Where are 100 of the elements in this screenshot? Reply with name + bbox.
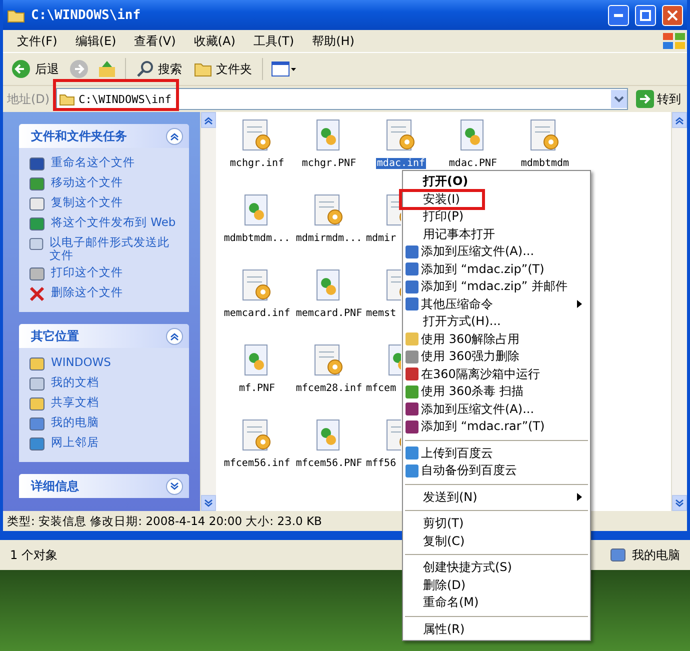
scroll-up-button[interactable] bbox=[672, 112, 687, 128]
menu-item[interactable]: 复制(C) bbox=[403, 532, 590, 550]
menu-item[interactable]: 创建快捷方式(S) bbox=[403, 559, 590, 576]
menu-item[interactable]: 打印(P) bbox=[403, 208, 590, 226]
menu-item[interactable]: 帮助(H) bbox=[304, 32, 362, 50]
task-link[interactable]: 共享文档 bbox=[51, 396, 99, 409]
menu-item[interactable]: 剪切(T) bbox=[403, 515, 590, 532]
go-button[interactable]: 转到 bbox=[634, 90, 683, 108]
location-label: 我的电脑 bbox=[632, 546, 680, 564]
menu-item[interactable]: 文件(F) bbox=[9, 32, 66, 50]
back-button[interactable]: 后退 bbox=[9, 57, 61, 81]
menu-item[interactable]: 删除(D) bbox=[403, 576, 590, 594]
expand-chevron-icon bbox=[170, 482, 179, 490]
flag-logo-icon bbox=[661, 31, 687, 51]
scrollbar[interactable] bbox=[671, 112, 687, 511]
view-menu-icon[interactable] bbox=[271, 60, 297, 78]
panel-title: 文件和文件夹任务 bbox=[31, 128, 127, 144]
file-name[interactable]: mdac.inf bbox=[376, 158, 426, 169]
menu-item[interactable]: 工具(T) bbox=[245, 32, 302, 50]
close-button[interactable] bbox=[662, 4, 683, 26]
menu-item[interactable]: 添加到 “mdac.zip” 并邮件 bbox=[403, 278, 590, 296]
collapse-button[interactable] bbox=[166, 328, 183, 344]
submenu-arrow-icon bbox=[577, 300, 582, 308]
file-name[interactable]: mdmbtmdm... bbox=[222, 233, 292, 244]
maximize-icon bbox=[640, 10, 651, 20]
down-chevron-icon bbox=[204, 498, 213, 508]
collapse-button[interactable] bbox=[166, 128, 183, 144]
scrollbar[interactable] bbox=[200, 112, 216, 511]
submenu-arrow-icon bbox=[577, 493, 582, 502]
file-name[interactable]: mfcem56.PNF bbox=[294, 458, 364, 469]
menu-item[interactable]: 使用 360杀毒 扫描 bbox=[403, 383, 590, 400]
window-title: C:\WINDOWS\inf bbox=[31, 8, 141, 22]
minimize-icon bbox=[614, 14, 623, 16]
menu-item[interactable]: 使用 360解除占用 bbox=[403, 330, 590, 348]
folders-button[interactable]: 文件夹 bbox=[192, 58, 254, 80]
scroll-down-button[interactable] bbox=[672, 495, 687, 511]
minimize-button[interactable] bbox=[608, 4, 629, 26]
file-name[interactable]: mdmirmdm... bbox=[294, 233, 364, 244]
task-link[interactable]: 打印这个文件 bbox=[51, 266, 123, 279]
task-link[interactable]: 复制这个文件 bbox=[51, 196, 123, 209]
task-link[interactable]: WINDOWS bbox=[51, 356, 111, 369]
file-name[interactable]: memcard.inf bbox=[222, 308, 292, 319]
file-name[interactable]: mf.PNF bbox=[238, 383, 276, 394]
object-count: 1 个对象 bbox=[10, 546, 58, 564]
address-field[interactable]: C:\WINDOWS\inf bbox=[56, 88, 628, 110]
scroll-down-button[interactable] bbox=[201, 495, 216, 511]
menu-item[interactable]: 添加到压缩文件(A)... bbox=[403, 243, 590, 260]
delete-icon bbox=[29, 286, 45, 302]
task-link[interactable]: 重命名这个文件 bbox=[51, 156, 135, 169]
task-link[interactable]: 我的文档 bbox=[51, 376, 99, 389]
menu-item[interactable]: 上传到百度云 bbox=[403, 444, 590, 462]
up-chevron-icon bbox=[675, 116, 684, 124]
collapse-button[interactable] bbox=[166, 478, 183, 494]
menu-item[interactable]: 打开(O) bbox=[403, 173, 590, 190]
menu-item[interactable]: 使用 360强力删除 bbox=[403, 348, 590, 366]
menu-item[interactable]: 发送到(N) bbox=[403, 488, 590, 506]
menu-item[interactable]: 打开方式(H)... bbox=[403, 313, 590, 330]
menu-item[interactable]: 安装(I) bbox=[403, 190, 590, 208]
task-link[interactable]: 删除这个文件 bbox=[51, 286, 123, 299]
menu-item[interactable]: 添加到 “mdac.zip”(T) bbox=[403, 260, 590, 278]
menu-item[interactable]: 其他压缩命令 bbox=[403, 296, 590, 313]
menu-item[interactable]: 收藏(A) bbox=[186, 32, 244, 50]
search-icon bbox=[136, 60, 154, 78]
up-folder-icon[interactable] bbox=[97, 59, 117, 79]
file-name[interactable]: mdmir bbox=[365, 233, 398, 244]
menu-item[interactable]: 编辑(E) bbox=[67, 32, 124, 50]
collapse-chevron-icon bbox=[170, 132, 179, 140]
menu-item[interactable]: 用记事本打开 bbox=[403, 226, 590, 243]
maximize-button[interactable] bbox=[635, 4, 656, 26]
file-name[interactable]: mfcem28.inf bbox=[294, 383, 364, 394]
task-link[interactable]: 移动这个文件 bbox=[51, 176, 123, 189]
close-icon bbox=[667, 10, 678, 20]
task-link[interactable]: 我的电脑 bbox=[51, 416, 99, 429]
dropdown-icon[interactable] bbox=[611, 90, 627, 108]
file-name[interactable]: mchgr.inf bbox=[228, 158, 286, 169]
scroll-up-button[interactable] bbox=[201, 112, 216, 128]
file-name[interactable]: memcard.PNF bbox=[294, 308, 364, 319]
menu-item[interactable]: 重命名(M) bbox=[403, 594, 590, 612]
menu-item[interactable]: 查看(V) bbox=[126, 32, 184, 50]
search-button[interactable]: 搜索 bbox=[134, 58, 184, 80]
down-chevron-icon bbox=[675, 498, 684, 508]
task-link[interactable]: 网上邻居 bbox=[51, 436, 99, 449]
file-name[interactable]: mfcem56.inf bbox=[222, 458, 292, 469]
menu-item[interactable]: 自动备份到百度云 bbox=[403, 462, 590, 480]
menu-item[interactable]: 属性(R) bbox=[403, 620, 590, 638]
panel-title: 详细信息 bbox=[31, 478, 79, 494]
file-name[interactable]: memst bbox=[365, 308, 398, 319]
panel-title: 其它位置 bbox=[31, 328, 79, 344]
menu-item[interactable]: 添加到压缩文件(A)... bbox=[403, 400, 590, 418]
file-name[interactable]: mdac.PNF bbox=[448, 158, 498, 169]
menu-item[interactable]: 添加到 “mdac.rar”(T) bbox=[403, 418, 590, 436]
task-link[interactable]: 以电子邮件形式发送此文件 bbox=[50, 236, 181, 262]
file-name[interactable]: mchgr.PNF bbox=[300, 158, 358, 169]
address-label: 地址(D) bbox=[7, 90, 50, 108]
task-link[interactable]: 将这个文件发布到 Web bbox=[51, 216, 176, 229]
collapse-chevron-icon bbox=[170, 332, 179, 340]
file-name[interactable]: mff56 bbox=[365, 458, 398, 469]
menu-item[interactable]: 在360隔离沙箱中运行 bbox=[403, 366, 590, 383]
file-name[interactable]: mfcem bbox=[365, 383, 398, 394]
file-name[interactable]: mdmbtmdm bbox=[520, 158, 570, 169]
